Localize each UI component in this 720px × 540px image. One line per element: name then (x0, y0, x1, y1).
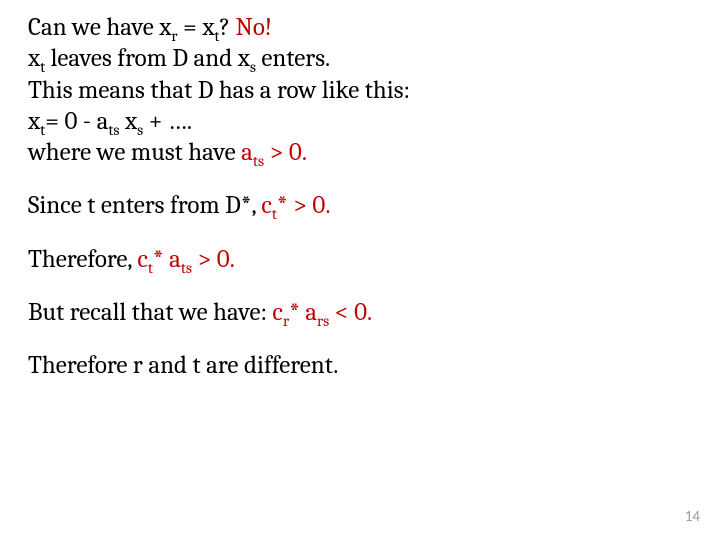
text: > 0. (192, 245, 235, 274)
text: x (28, 107, 40, 136)
text: where we must have (28, 138, 241, 167)
line-3: This means that D has a row like this: (28, 75, 692, 106)
highlight: ats > 0. (241, 138, 307, 167)
text: leaves from D and x (45, 44, 250, 73)
text: = x (177, 13, 214, 42)
text: * a (289, 298, 317, 327)
text: ? (219, 13, 235, 42)
sub-rs: rs (317, 312, 329, 330)
highlight: cr* ars < 0. (272, 298, 372, 327)
text: But recall that we have: (28, 298, 272, 327)
sub-ts: ts (181, 259, 192, 277)
text: * a (153, 245, 181, 274)
line-5: where we must have ats > 0. (28, 137, 692, 168)
line-2: xt leaves from D and xs enters. (28, 43, 692, 74)
text: < 0. (329, 298, 372, 327)
answer-no: No! (236, 13, 272, 42)
slide-body: Can we have xr = xt? No! xt leaves from … (0, 0, 720, 381)
line-4: xt= 0 - ats xs + …. (28, 106, 692, 137)
text: c (261, 191, 272, 220)
text: c (272, 298, 283, 327)
page-number: 14 (685, 508, 700, 526)
text: Therefore, (28, 245, 137, 274)
block-5: Therefore r and t are different. (28, 350, 692, 381)
text: c (137, 245, 148, 274)
text: > 0. (264, 138, 307, 167)
text: + …. (143, 107, 192, 136)
block-2: Since t enters from D*, ct* > 0. (28, 190, 692, 221)
highlight: ct* ats > 0. (137, 245, 235, 274)
block-1: Can we have xr = xt? No! xt leaves from … (28, 12, 692, 168)
text: = 0 - a (45, 107, 108, 136)
text: enters. (256, 44, 330, 73)
block-3: Therefore, ct* ats > 0. (28, 244, 692, 275)
block-4: But recall that we have: cr* ars < 0. (28, 297, 692, 328)
text: x (120, 107, 138, 136)
text: Can we have x (28, 13, 171, 42)
line-1: Can we have xr = xt? No! (28, 12, 692, 43)
text: x (28, 44, 40, 73)
text: * > 0. (277, 191, 331, 220)
sub-ts: ts (253, 152, 264, 170)
highlight: ct* > 0. (261, 191, 330, 220)
text: a (241, 138, 253, 167)
text: Since t enters from D*, (28, 191, 261, 220)
